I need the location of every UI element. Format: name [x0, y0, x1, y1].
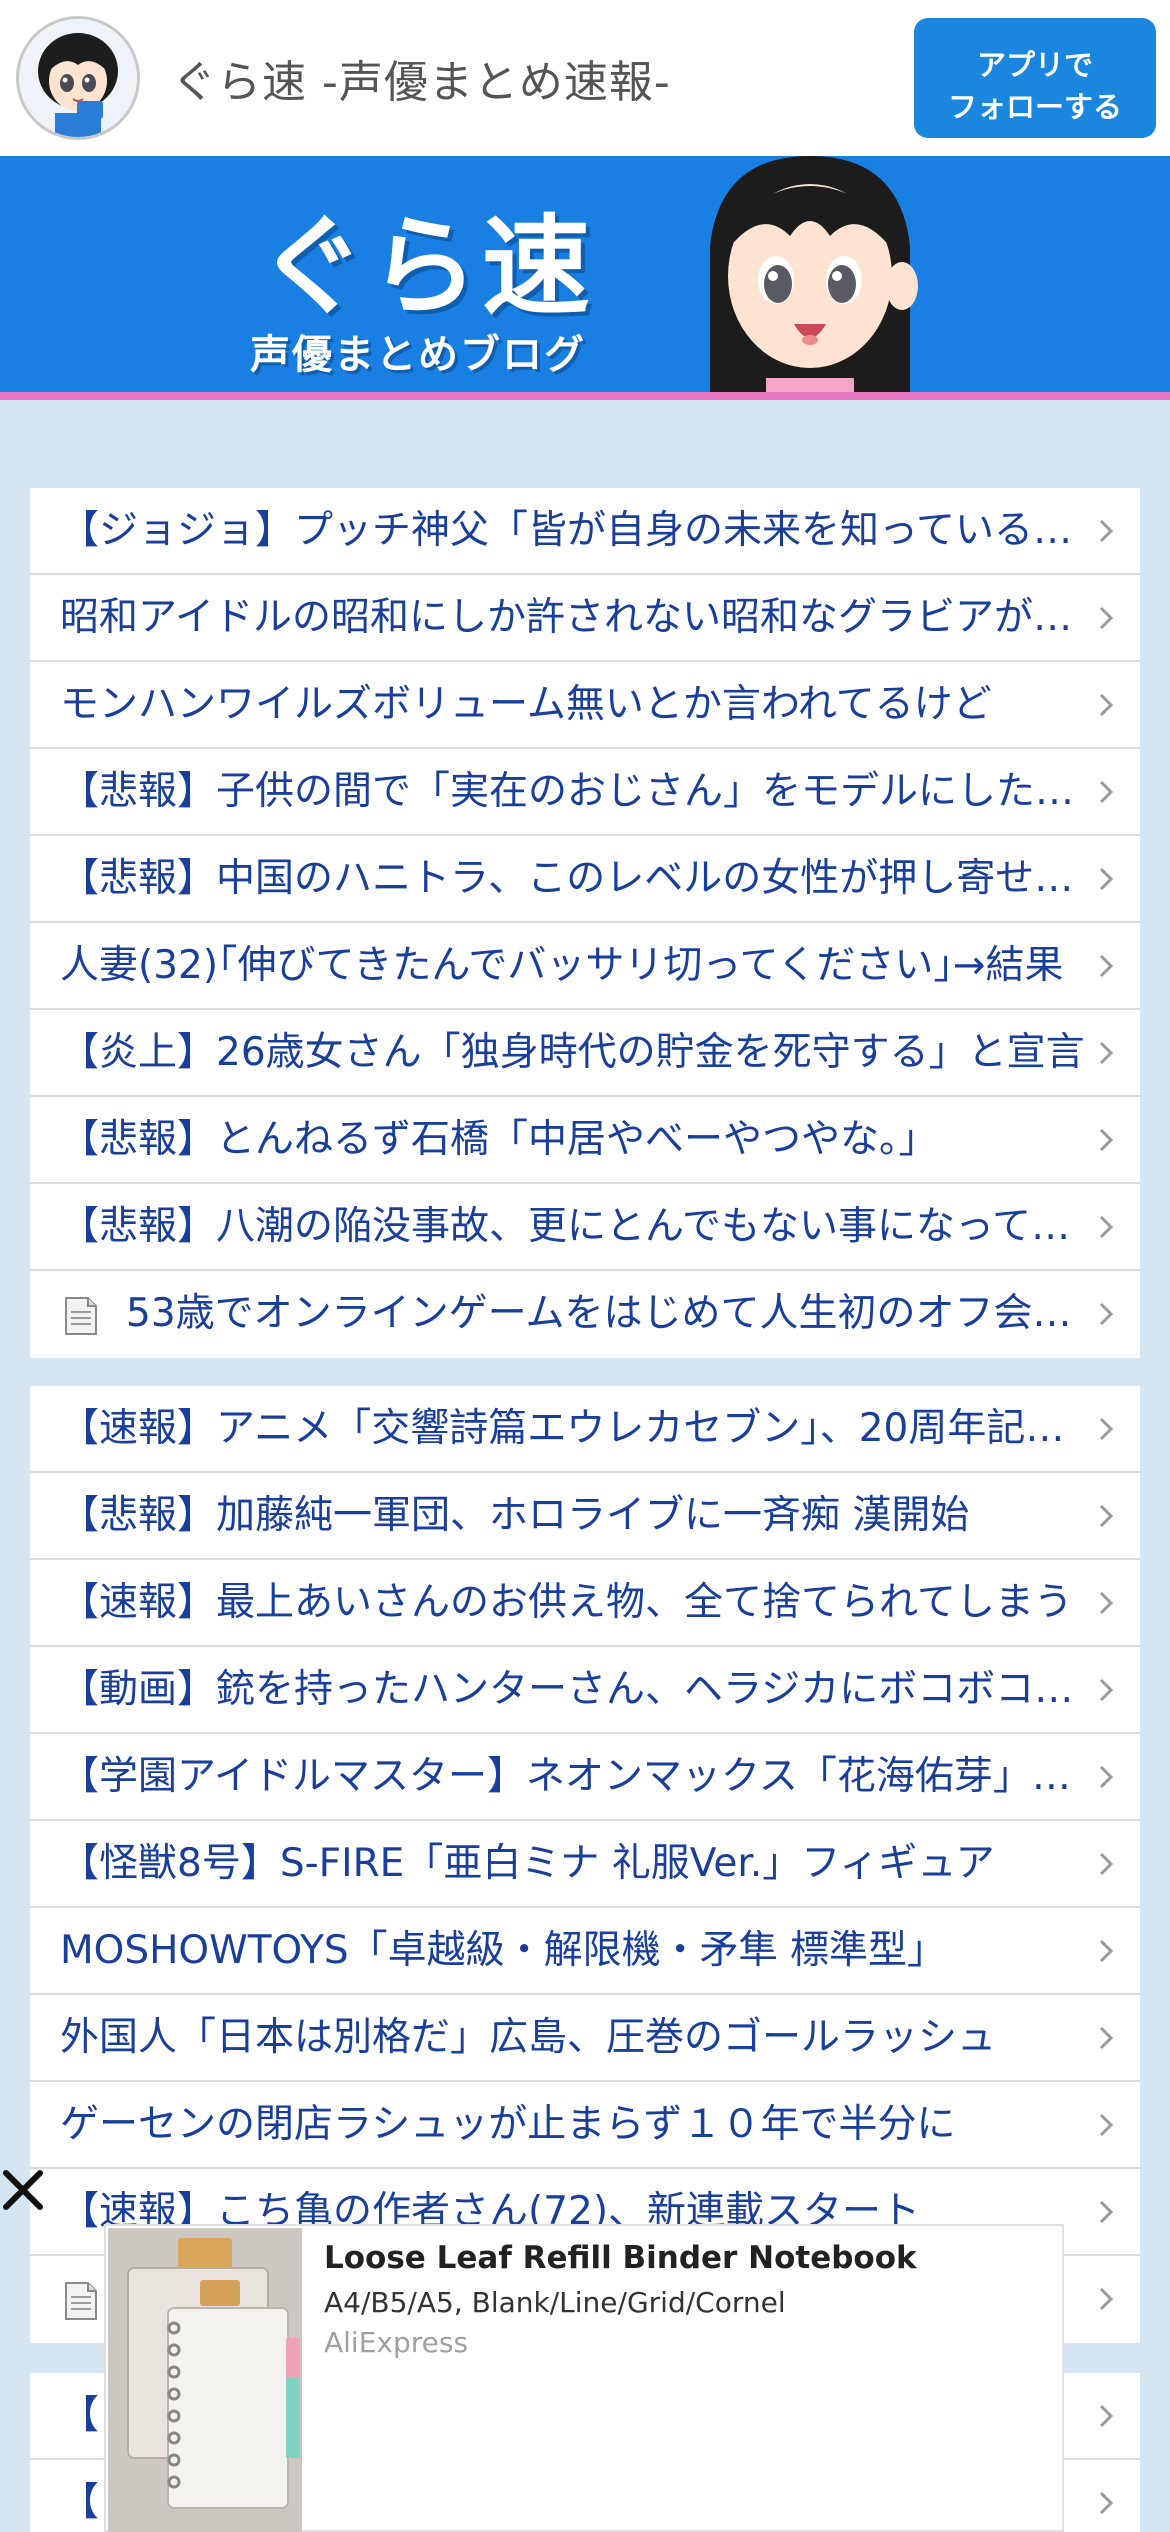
list-item[interactable]: 外国人「日本は別格だ」広島、圧巻のゴールラッシュ [30, 1995, 1140, 2082]
banner-logo-text: ぐら速 [258, 205, 595, 330]
article-list-2: 【速報】アニメ「交響詩篇エウレカセブン」、20周年記念で新作決定 【悲報】加藤純… [30, 1386, 1140, 2343]
list-item[interactable]: 【悲報】子供の間で「実在のおじさん」をモデルにしたキャラが人気 [30, 749, 1140, 836]
list-item[interactable]: 【炎上】26歳女さん「独身時代の貯金を死守する」と宣言 [30, 1010, 1140, 1097]
list-item-title: 外国人「日本は別格だ」広島、圧巻のゴールラッシュ [60, 2015, 997, 2060]
document-icon [65, 1297, 97, 1335]
list-item[interactable]: 【ジョジョ】プッチ神父「皆が自身の未来を知っている世界は幸福」 [30, 488, 1140, 575]
article-list-1: 【ジョジョ】プッチ神父「皆が自身の未来を知っている世界は幸福」 昭和アイドルの昭… [30, 488, 1140, 1358]
chevron-right-icon [1099, 1678, 1114, 1702]
list-item-title: 【速報】最上あいさんのお供え物、全て捨てられてしまう [60, 1580, 1073, 1625]
chevron-right-icon [1099, 2026, 1114, 2050]
chevron-right-icon [1099, 1128, 1114, 1152]
chevron-right-icon [1099, 2200, 1114, 2224]
chevron-right-icon [1099, 1215, 1114, 1239]
list-item[interactable]: 【悲報】加藤純一軍団、ホロライブに一斉痴 漢開始 [30, 1473, 1140, 1560]
banner-stripe [0, 392, 1170, 400]
chevron-right-icon [1099, 2404, 1114, 2428]
list-item-title: 【ジョジョ】プッチ神父「皆が自身の未来を知っている世界は幸福」 [60, 508, 1100, 553]
list-item-title: 【速報】アニメ「交響詩篇エウレカセブン」、20周年記念で新作決定 [60, 1406, 1100, 1451]
chevron-right-icon [1099, 1504, 1114, 1528]
chevron-right-icon [1099, 2491, 1114, 2515]
site-banner[interactable]: ぐら速 声優まとめブログ [0, 156, 1170, 392]
list-item[interactable]: 53歳でオンラインゲームをはじめて人生初のオフ会に参加した結果 [30, 1271, 1140, 1358]
ad-product-image [108, 2228, 302, 2532]
list-item-title: 【学園アイドルマスター】ネオンマックス「花海佑芽」フィギュア [60, 1754, 1100, 1799]
list-item[interactable]: 昭和アイドルの昭和にしか許されない昭和なグラビアがこちら [30, 575, 1140, 662]
list-item-title: 【悲報】子供の間で「実在のおじさん」をモデルにしたキャラが人気 [60, 769, 1100, 814]
chevron-right-icon [1099, 1041, 1114, 1065]
chevron-right-icon [1099, 519, 1114, 543]
list-item[interactable]: 【速報】アニメ「交響詩篇エウレカセブン」、20周年記念で新作決定 [30, 1386, 1140, 1473]
list-item-title: モンハンワイルズボリューム無いとか言われてるけど [60, 682, 992, 727]
list-item[interactable]: 【悲報】とんねるず石橋「中居やべーやつやな。」 [30, 1097, 1140, 1184]
chevron-right-icon [1099, 2287, 1114, 2311]
chevron-right-icon [1099, 1765, 1114, 1789]
chevron-right-icon [1099, 606, 1114, 630]
app-header: ぐら速 -声優まとめ速報- アプリで フォローする [0, 0, 1170, 156]
chevron-right-icon [1099, 954, 1114, 978]
ad-banner[interactable]: Loose Leaf Refill Binder Notebook A4/B5/… [104, 2224, 1064, 2532]
chevron-right-icon [1099, 1939, 1114, 1963]
chevron-right-icon [1099, 867, 1114, 891]
list-item-title: MOSHOWTOYS「卓越級・解限機・矛隼 標準型」 [60, 1928, 947, 1973]
chevron-right-icon [1099, 2113, 1114, 2137]
list-item[interactable]: MOSHOWTOYS「卓越級・解限機・矛隼 標準型」 [30, 1908, 1140, 1995]
document-icon [65, 2282, 97, 2320]
chevron-right-icon [1099, 1417, 1114, 1441]
list-item[interactable]: モンハンワイルズボリューム無いとか言われてるけど [30, 662, 1140, 749]
list-item-title: 【動画】銃を持ったハンターさん、ヘラジカにボコボコにされる [60, 1667, 1100, 1712]
banner-subtitle: 声優まとめブログ [250, 332, 586, 378]
list-item[interactable]: 【速報】最上あいさんのお供え物、全て捨てられてしまう [30, 1560, 1140, 1647]
site-avatar[interactable] [16, 16, 140, 140]
list-item[interactable]: 人妻(32)｢伸びてきたんでバッサリ切ってください｣→結果 [30, 923, 1140, 1010]
list-item[interactable]: 【悲報】八潮の陥没事故、更にとんでもない事になってしまう [30, 1184, 1140, 1271]
list-item[interactable]: ゲーセンの閉店ラシュッが止まらず１０年で半分に [30, 2082, 1140, 2169]
list-item-title: 人妻(32)｢伸びてきたんでバッサリ切ってください｣→結果 [60, 943, 1064, 988]
list-item[interactable]: 【学園アイドルマスター】ネオンマックス「花海佑芽」フィギュア [30, 1734, 1140, 1821]
follow-in-app-button[interactable]: アプリで フォローする [914, 18, 1156, 138]
ad-source: AliExpress [324, 2326, 469, 2359]
list-item-title: 【悲報】八潮の陥没事故、更にとんでもない事になってしまう [60, 1204, 1100, 1249]
chevron-right-icon [1099, 1852, 1114, 1876]
banner-mascot-girl-icon [710, 156, 918, 392]
chevron-right-icon [1099, 780, 1114, 804]
list-item-title: 【悲報】とんねるず石橋「中居やべーやつやな。」 [60, 1117, 938, 1162]
list-item[interactable]: 【怪獣8号】S-FIRE「亜白ミナ 礼服Ver.」フィギュア [30, 1821, 1140, 1908]
chevron-right-icon [1099, 1591, 1114, 1615]
ad-title[interactable]: Loose Leaf Refill Binder Notebook [324, 2240, 917, 2276]
list-item[interactable]: 【悲報】中国のハニトラ、このレベルの女性が押し寄せてくる [30, 836, 1140, 923]
list-item-title: 【悲報】加藤純一軍団、ホロライブに一斉痴 漢開始 [60, 1493, 970, 1538]
list-item-title: ゲーセンの閉店ラシュッが止まらず１０年で半分に [60, 2102, 956, 2147]
chevron-right-icon [1099, 693, 1114, 717]
list-item-title: 昭和アイドルの昭和にしか許されない昭和なグラビアがこちら [60, 595, 1100, 640]
ad-description: A4/B5/A5, Blank/Line/Grid/Cornel [324, 2286, 786, 2319]
list-item-title: 【怪獣8号】S-FIRE「亜白ミナ 礼服Ver.」フィギュア [60, 1841, 995, 1886]
list-item-title: 【炎上】26歳女さん「独身時代の貯金を死守する」と宣言 [60, 1030, 1085, 1075]
list-item[interactable]: 【動画】銃を持ったハンターさん、ヘラジカにボコボコにされる [30, 1647, 1140, 1734]
list-item-title: 【悲報】中国のハニトラ、このレベルの女性が押し寄せてくる [60, 856, 1100, 901]
chevron-right-icon [1099, 1302, 1114, 1326]
site-title[interactable]: ぐら速 -声優まとめ速報- [172, 46, 671, 110]
avatar-girl-icon [19, 19, 137, 137]
notebook-image-icon [108, 2228, 302, 2532]
close-ad-icon[interactable] [0, 2163, 48, 2219]
list-item-title: 53歳でオンラインゲームをはじめて人生初のオフ会に参加した結果 [126, 1291, 1100, 1336]
